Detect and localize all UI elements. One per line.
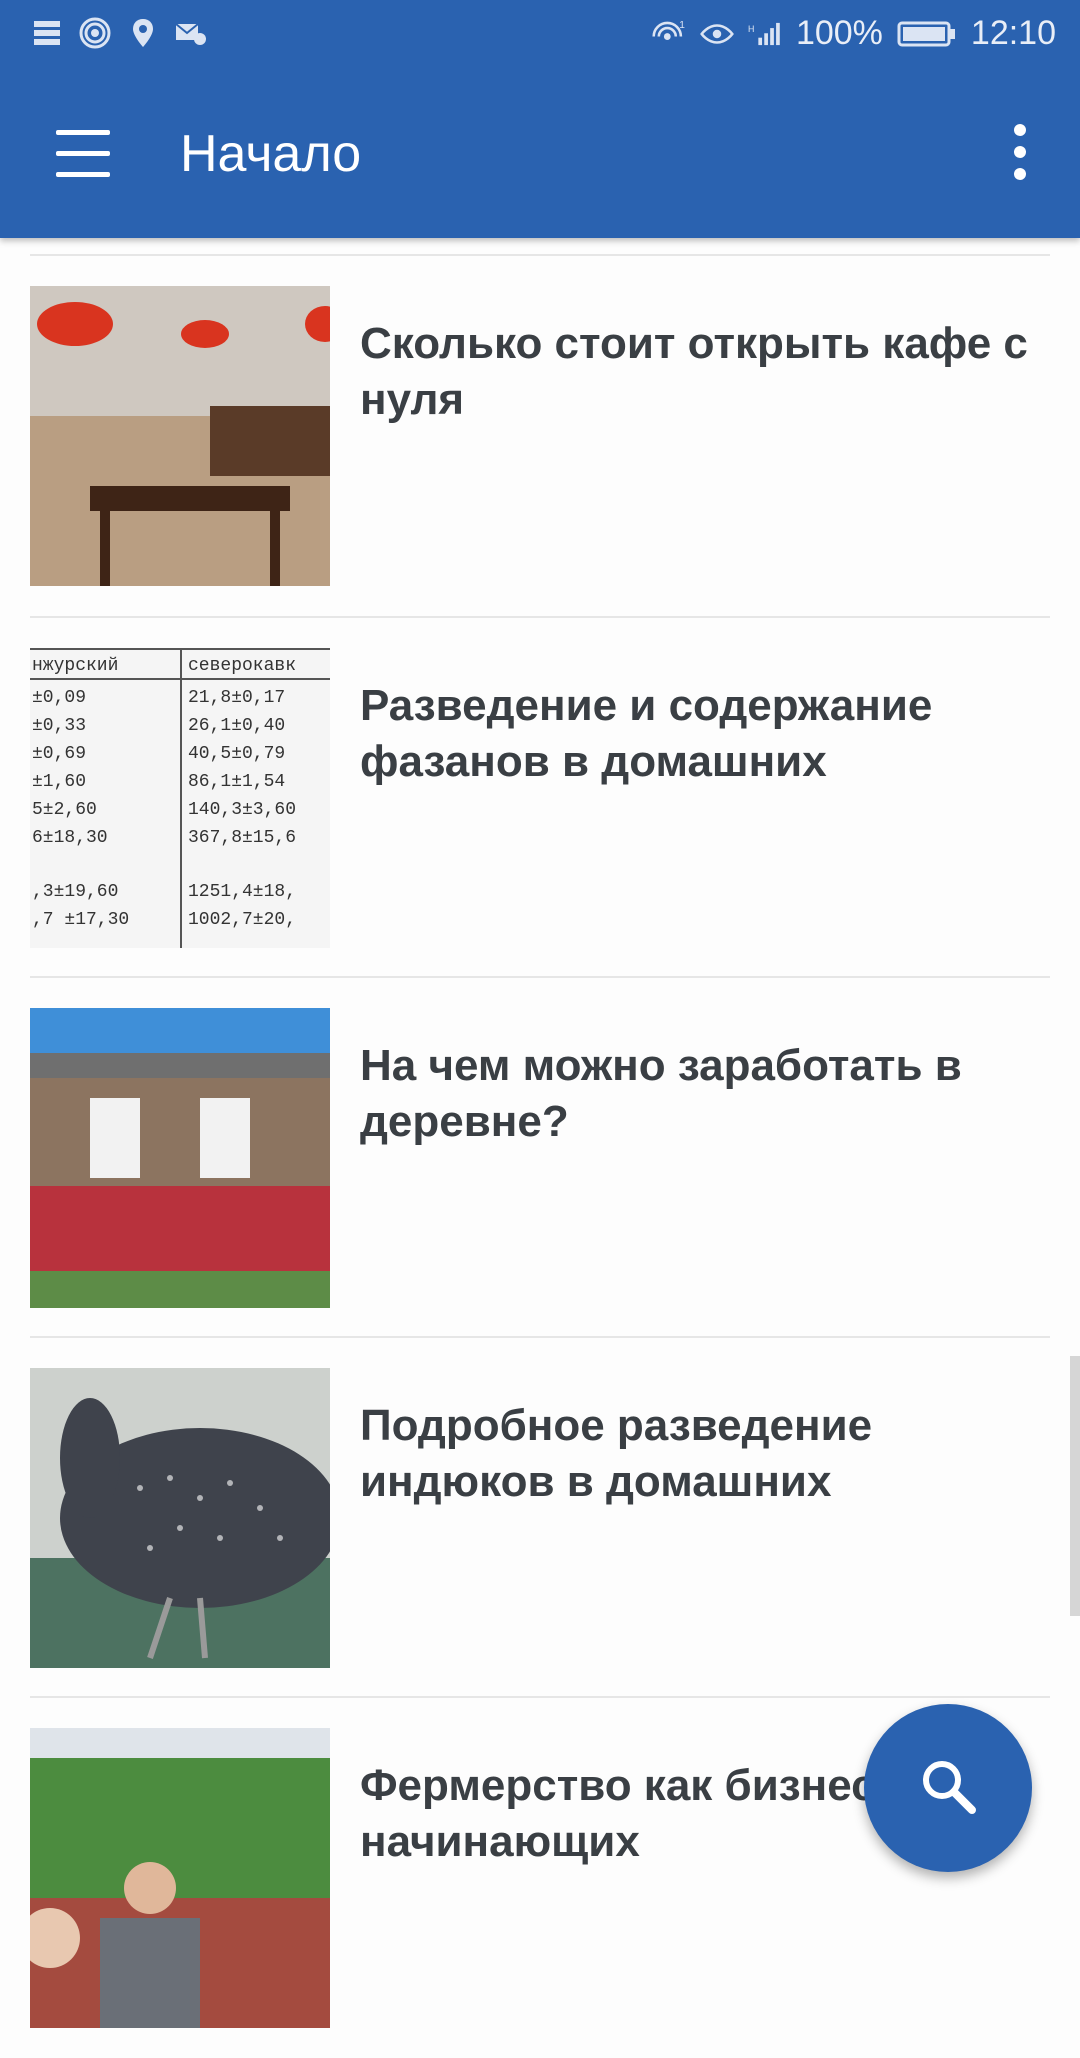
svg-text:1: 1	[679, 20, 685, 31]
search-button[interactable]	[864, 1704, 1032, 1872]
hotspot-icon	[78, 16, 112, 50]
article-item[interactable]: На чем можно заработать в деревне?	[0, 978, 1080, 1338]
article-thumbnail	[30, 1008, 330, 1308]
status-time: 12:10	[970, 14, 1056, 52]
page-title: Начало	[180, 125, 362, 183]
article-item[interactable]: нжурский северокавк ±0,09 21,8±0,17 ±0,3…	[0, 618, 1080, 978]
menu-button[interactable]	[46, 124, 116, 184]
cell-signal-icon: H	[748, 17, 782, 51]
svg-text:H: H	[748, 23, 754, 33]
article-title: Разведение и содержание фазанов в домашн…	[360, 681, 933, 786]
hotspot-signal-icon: 1	[652, 17, 686, 51]
article-title: На чем можно заработать в деревне?	[360, 1041, 962, 1146]
article-item[interactable]: Сколько стоит открыть кафе с нуля	[0, 256, 1080, 616]
location-icon	[126, 16, 160, 50]
article-thumbnail: нжурский северокавк ±0,09 21,8±0,17 ±0,3…	[30, 648, 330, 948]
scrollbar[interactable]	[1070, 1356, 1080, 1616]
hamburger-menu-icon	[56, 130, 110, 135]
status-bar: 1 H 100% 12:10	[0, 0, 1080, 72]
more-vert-icon	[1014, 124, 1026, 136]
mail-settings-icon	[174, 16, 208, 50]
table-image: нжурский северокавк ±0,09 21,8±0,17 ±0,3…	[30, 648, 330, 948]
battery-percent: 100%	[795, 14, 883, 52]
storage-icon	[30, 16, 64, 50]
article-thumbnail	[30, 1728, 330, 2028]
top-bar: 1 H 100% 12:10 Начало	[0, 0, 1080, 238]
article-title: Подробное разведение индюков в домашних	[360, 1401, 873, 1506]
more-options-button[interactable]	[1000, 122, 1040, 182]
eye-icon	[700, 17, 734, 51]
article-thumbnail	[30, 1368, 330, 1668]
article-title: Сколько стоит открыть кафе с нуля	[360, 319, 1028, 424]
app-bar: Начало	[0, 72, 1080, 238]
article-item[interactable]: Подробное разведение индюков в домашних	[0, 1338, 1080, 1698]
battery-icon	[897, 17, 957, 51]
search-icon	[916, 1754, 980, 1823]
article-thumbnail	[30, 286, 330, 586]
